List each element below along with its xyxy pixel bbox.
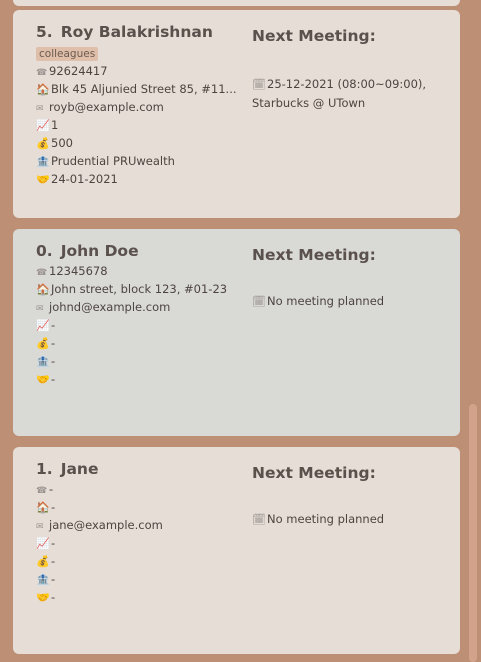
person-name: 1. Jane [36, 459, 460, 479]
bank-icon: 🏦 [36, 155, 50, 168]
phone-icon: ☎ [36, 486, 48, 496]
address-value: Blk 45 Aljunied Street 85, #11... [51, 82, 237, 96]
chart-icon: 📈 [36, 119, 50, 132]
envelope-icon: ✉ [36, 522, 44, 532]
address-value: John street, block 123, #01-23 [51, 282, 228, 296]
meeting-value: No meeting planned [267, 512, 385, 526]
bank-icon: 🏦 [36, 573, 50, 586]
meeting-value: 25-12-2021 (08:00~09:00), Starbucks @ UT… [252, 77, 427, 110]
meeting-value: No meeting planned [267, 294, 385, 308]
chart-icon: 📈 [36, 537, 50, 550]
house-icon: 🏠 [36, 83, 50, 96]
person-card[interactable]: 1. Jane ☎ - 🏠- ✉ jane@example.com 📈- 💰- 🏦- … [13, 447, 460, 654]
next-meeting-heading: Next Meeting: [252, 464, 376, 482]
email-value: johnd@example.com [49, 300, 171, 314]
chart-icon: 📈 [36, 319, 50, 332]
next-meeting-text: 🗓No meeting planned [252, 292, 442, 311]
money-bag-icon: 💰 [36, 555, 50, 568]
last-met-value: - [51, 590, 56, 604]
policy-row: 🏦Prudential PRUwealth [36, 152, 460, 170]
person-index: 1. [36, 460, 53, 478]
next-meeting-heading: Next Meeting: [252, 246, 376, 264]
risk-row: 📈- [36, 316, 460, 334]
person-name-text: Jane [60, 460, 99, 478]
phone-value: 92624417 [49, 64, 108, 78]
vertical-scrollbar[interactable] [466, 404, 478, 662]
handshake-icon: 🤝 [36, 591, 50, 604]
income-row: 💰500 [36, 134, 460, 152]
handshake-icon: 🤝 [36, 373, 50, 386]
person-card-selected[interactable]: 0. John Doe ☎ 12345678 🏠John street, block… [13, 229, 460, 436]
last-met-row: 🤝- [36, 588, 460, 606]
calendar-icon: 🗓 [252, 295, 266, 308]
phone-value: - [49, 482, 54, 496]
risk-row: 📈- [36, 534, 460, 552]
person-card[interactable]: 5. Roy Balakrishnan colleagues ☎ 92624417 … [13, 10, 460, 218]
address-row: 🏠Blk 45 Aljunied Street 85, #11... [36, 80, 241, 98]
policy-value: Prudential PRUwealth [51, 154, 175, 168]
last-met-row: 🤝24-01-2021 [36, 170, 460, 188]
phone-row: ☎ - [36, 480, 460, 498]
person-index: 0. [36, 242, 53, 260]
person-name: 5. Roy Balakrishnan [36, 22, 460, 42]
phone-value: 12345678 [49, 264, 108, 278]
person-index: 5. [36, 23, 53, 41]
policy-value: - [51, 354, 56, 368]
person-name-text: John Doe [60, 242, 139, 260]
money-bag-icon: 💰 [36, 337, 50, 350]
last-met-value: 24-01-2021 [51, 172, 118, 186]
next-meeting-heading: Next Meeting: [252, 27, 376, 45]
phone-icon: ☎ [36, 68, 48, 78]
policy-row: 🏦- [36, 570, 460, 588]
next-meeting-text: 🗓25-12-2021 (08:00~09:00), Starbucks @ U… [252, 75, 442, 112]
handshake-icon: 🤝 [36, 173, 50, 186]
next-meeting-text: 🗓No meeting planned [252, 510, 442, 529]
address-value: - [51, 500, 56, 514]
income-row: 💰- [36, 334, 460, 352]
income-value: - [51, 554, 56, 568]
person-name-text: Roy Balakrishnan [60, 23, 213, 41]
risk-value: 1 [51, 118, 59, 132]
envelope-icon: ✉ [36, 304, 44, 314]
income-row: 💰- [36, 552, 460, 570]
email-value: royb@example.com [49, 100, 164, 114]
last-met-row: 🤝- [36, 370, 460, 388]
risk-value: - [51, 536, 56, 550]
envelope-icon: ✉ [36, 104, 44, 114]
last-met-value: - [51, 372, 56, 386]
email-value: jane@example.com [49, 518, 163, 532]
phone-icon: ☎ [36, 268, 48, 278]
income-value: 500 [51, 136, 73, 150]
tag-badge: colleagues [36, 47, 99, 61]
calendar-icon: 🗓 [252, 513, 266, 526]
address-row: 🏠John street, block 123, #01-23 [36, 280, 241, 298]
income-value: - [51, 336, 56, 350]
phone-row: ☎ 12345678 [36, 262, 460, 280]
address-row: 🏠- [36, 498, 241, 516]
bank-icon: 🏦 [36, 355, 50, 368]
previous-card-edge [13, 0, 460, 6]
policy-value: - [51, 572, 56, 586]
money-bag-icon: 💰 [36, 137, 50, 150]
risk-value: - [51, 318, 56, 332]
scrollbar-thumb[interactable] [469, 404, 477, 662]
person-name: 0. John Doe [36, 241, 460, 261]
risk-row: 📈1 [36, 116, 460, 134]
calendar-icon: 🗓 [252, 78, 266, 91]
house-icon: 🏠 [36, 283, 50, 296]
policy-row: 🏦- [36, 352, 460, 370]
tag-list: colleagues [36, 42, 460, 61]
house-icon: 🏠 [36, 501, 50, 514]
